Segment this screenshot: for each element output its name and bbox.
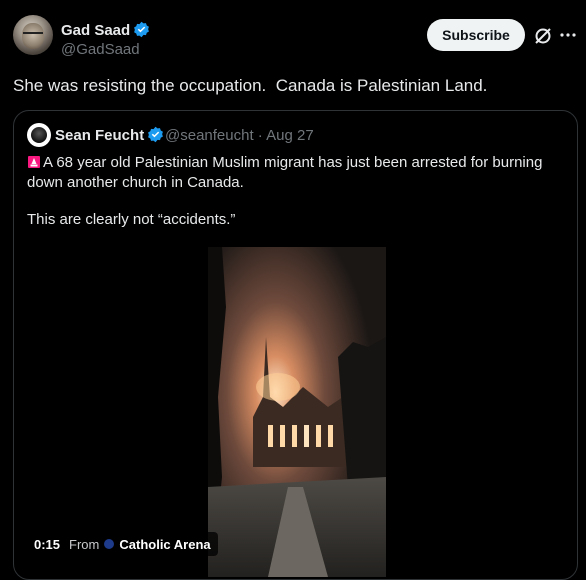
author-name[interactable]: Gad Saad [61, 22, 130, 39]
subscribe-button[interactable]: Subscribe [427, 19, 525, 51]
post-header: Gad Saad @GadSaad Subscribe [0, 0, 586, 66]
quote-text-line2: This are clearly not “accidents.” [27, 211, 236, 228]
source-avatar-icon [104, 539, 115, 549]
video-info-overlay[interactable]: 0:15 From Catholic Arena [27, 532, 218, 556]
author-name-row[interactable]: Gad Saad [61, 21, 150, 42]
post-text: She was resisting the occupation. Canada… [13, 76, 488, 95]
more-icon[interactable] [559, 27, 579, 43]
siren-icon [27, 155, 41, 169]
verified-badge-icon [147, 126, 164, 147]
video-player[interactable] [208, 247, 386, 577]
quote-author-name-row: Sean Feucht [55, 126, 164, 147]
quote-meta: @seanfeucht · Aug 27 [165, 127, 314, 144]
quote-text: A 68 year old Palestinian Muslim migrant… [27, 153, 557, 193]
grok-icon[interactable] [533, 26, 553, 46]
verified-badge-icon [133, 21, 150, 42]
quote-author-avatar[interactable] [27, 123, 51, 147]
author-handle[interactable]: @GadSaad [61, 41, 140, 58]
quote-author-name: Sean Feucht [55, 127, 145, 144]
video-time: 0:15 [34, 536, 61, 552]
video-source[interactable]: Catholic Arena [119, 537, 210, 552]
video-from-label: From [69, 536, 100, 552]
quote-text-line1: A 68 year old Palestinian Muslim migrant… [27, 154, 543, 191]
author-avatar[interactable] [13, 15, 53, 55]
quoted-post[interactable]: Sean Feucht @seanfeucht · Aug 27 A 68 ye… [13, 110, 578, 580]
